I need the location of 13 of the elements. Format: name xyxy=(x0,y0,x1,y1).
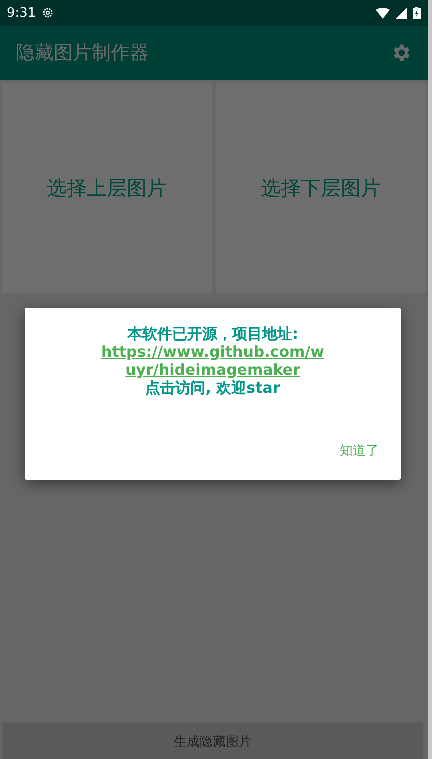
gear-icon xyxy=(42,7,54,19)
ok-button[interactable]: 知道了 xyxy=(340,442,379,460)
app-title: 隐藏图片制作器 xyxy=(16,41,149,66)
dialog-note: 点击访问, 欢迎star xyxy=(146,379,280,397)
select-image-button[interactable]: 选择上层图片 xyxy=(2,83,212,293)
generate-button[interactable]: 生成隐藏图片 xyxy=(3,724,423,759)
wifi-icon xyxy=(376,8,390,18)
repository-link[interactable]: https://www.github.com/wuyr/hideimagemaker xyxy=(97,343,329,379)
battery-icon xyxy=(413,7,421,19)
dialog-heading: 本软件已开源，项目地址: xyxy=(128,325,298,343)
signal-icon xyxy=(396,8,407,18)
status-time: 9:31 xyxy=(7,6,36,20)
select-image-button[interactable]: 选择下层图片 xyxy=(216,83,426,293)
